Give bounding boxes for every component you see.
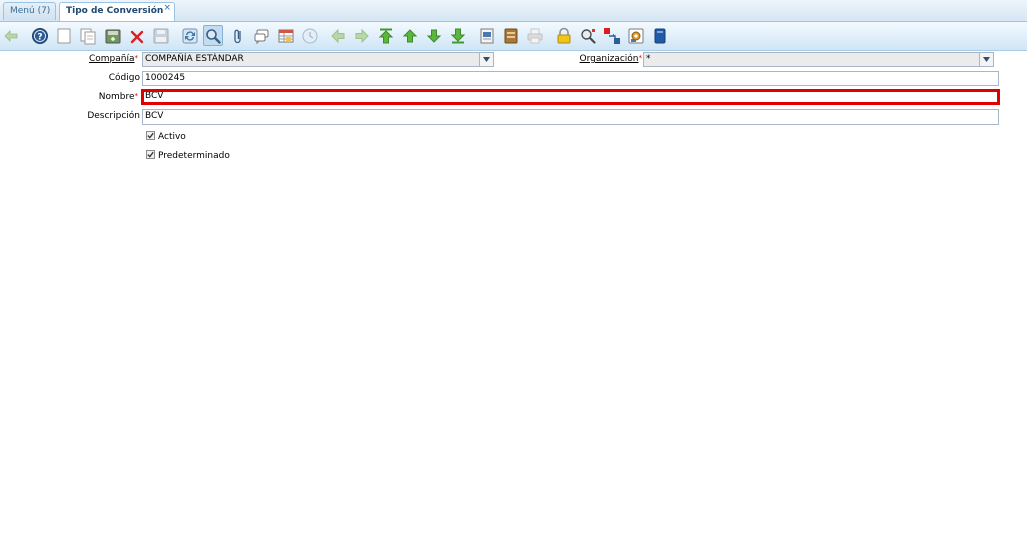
name-label: Nombre*: [98, 92, 138, 102]
refresh-icon: [182, 28, 198, 43]
new-record-button[interactable]: [54, 25, 74, 46]
organization-label: Organización*: [579, 54, 642, 64]
report-button[interactable]: [477, 25, 497, 46]
back-icon: [331, 28, 345, 43]
help-icon: ?: [32, 27, 48, 44]
toolbar: ?: [0, 22, 1027, 51]
process-icon: [628, 28, 644, 43]
default-checkbox[interactable]: [146, 150, 155, 159]
report-icon: [480, 28, 494, 43]
delete-icon: [130, 30, 144, 43]
forward-icon: [355, 28, 369, 43]
undo-button[interactable]: [2, 25, 22, 46]
tab-tipo-de-conversion[interactable]: Tipo de Conversión ×: [59, 2, 175, 21]
window-tab-bar: Menú (7) Tipo de Conversión ×: [0, 0, 1027, 22]
print-icon: [527, 28, 543, 43]
help-button[interactable]: ?: [30, 25, 50, 46]
tab-menu[interactable]: Menú (7): [3, 2, 56, 20]
workflow-icon: [604, 27, 620, 44]
close-tab-icon[interactable]: ×: [163, 0, 171, 17]
description-label: Descripción: [87, 111, 140, 121]
tab-active-label: Tipo de Conversión: [66, 6, 164, 16]
refresh-button[interactable]: [180, 25, 200, 46]
svg-text:?: ?: [37, 32, 42, 42]
zoom-across-button[interactable]: [578, 25, 598, 46]
check-icon: [147, 132, 154, 139]
previous-record-button[interactable]: [400, 25, 420, 46]
company-select[interactable]: COMPAÑÍA ESTÁNDAR: [142, 52, 494, 67]
next-record-button[interactable]: [424, 25, 444, 46]
attachment-button[interactable]: [228, 25, 248, 46]
code-label: Código: [108, 73, 140, 83]
company-label: Compañía*: [88, 54, 138, 64]
copy-record-icon: [80, 28, 96, 44]
product-info-button[interactable]: [650, 25, 670, 46]
first-record-icon: [378, 28, 394, 43]
save-new-button[interactable]: [103, 25, 123, 46]
undo-icon: [4, 29, 18, 42]
lock-button[interactable]: [554, 25, 574, 46]
save-new-icon: [105, 29, 121, 43]
organization-value: *: [646, 54, 651, 64]
product-info-icon: [654, 28, 666, 43]
code-value: 1000245: [145, 73, 186, 83]
last-record-button[interactable]: [448, 25, 468, 46]
new-record-icon: [57, 28, 71, 43]
code-input[interactable]: 1000245: [142, 71, 999, 86]
company-value: COMPAÑÍA ESTÁNDAR: [145, 54, 244, 64]
check-icon: [147, 151, 154, 158]
archive-button[interactable]: [501, 25, 521, 46]
find-button[interactable]: [203, 25, 223, 46]
organization-dropdown-button[interactable]: [979, 53, 993, 66]
back-button[interactable]: [328, 25, 348, 46]
print-button[interactable]: [525, 25, 545, 46]
save-icon: [153, 28, 169, 43]
grid-toggle-icon: [278, 29, 294, 42]
description-input[interactable]: BCV: [142, 109, 999, 125]
chat-button[interactable]: [252, 25, 272, 46]
active-checkbox[interactable]: [146, 131, 155, 140]
chat-icon: [254, 29, 269, 44]
save-button[interactable]: [151, 25, 171, 46]
description-value: BCV: [145, 111, 164, 121]
copy-record-button[interactable]: [78, 25, 98, 46]
zoom-across-icon: [581, 28, 596, 44]
forward-button[interactable]: [352, 25, 372, 46]
first-record-button[interactable]: [376, 25, 396, 46]
attachment-icon: [234, 29, 241, 43]
lock-icon: [557, 27, 571, 43]
active-label: Activo: [158, 132, 186, 142]
chevron-down-icon: [983, 57, 990, 62]
last-record-icon: [450, 28, 466, 43]
delete-button[interactable]: [127, 25, 147, 46]
default-label: Predeterminado: [158, 151, 230, 161]
company-dropdown-button[interactable]: [479, 53, 493, 66]
tab-menu-label: Menú (7): [10, 6, 51, 16]
organization-select[interactable]: *: [643, 52, 994, 67]
name-value: BCV: [145, 91, 164, 101]
process-button[interactable]: [626, 25, 646, 46]
name-input[interactable]: BCV: [141, 89, 1000, 105]
archive-icon: [504, 28, 518, 43]
chevron-down-icon: [483, 57, 490, 62]
previous-record-icon: [402, 28, 418, 42]
workflow-button[interactable]: [602, 25, 622, 46]
history-button[interactable]: [300, 25, 320, 46]
grid-toggle-button[interactable]: [276, 25, 296, 46]
history-icon: [302, 28, 318, 43]
find-icon: [206, 28, 221, 44]
next-record-icon: [426, 29, 442, 43]
